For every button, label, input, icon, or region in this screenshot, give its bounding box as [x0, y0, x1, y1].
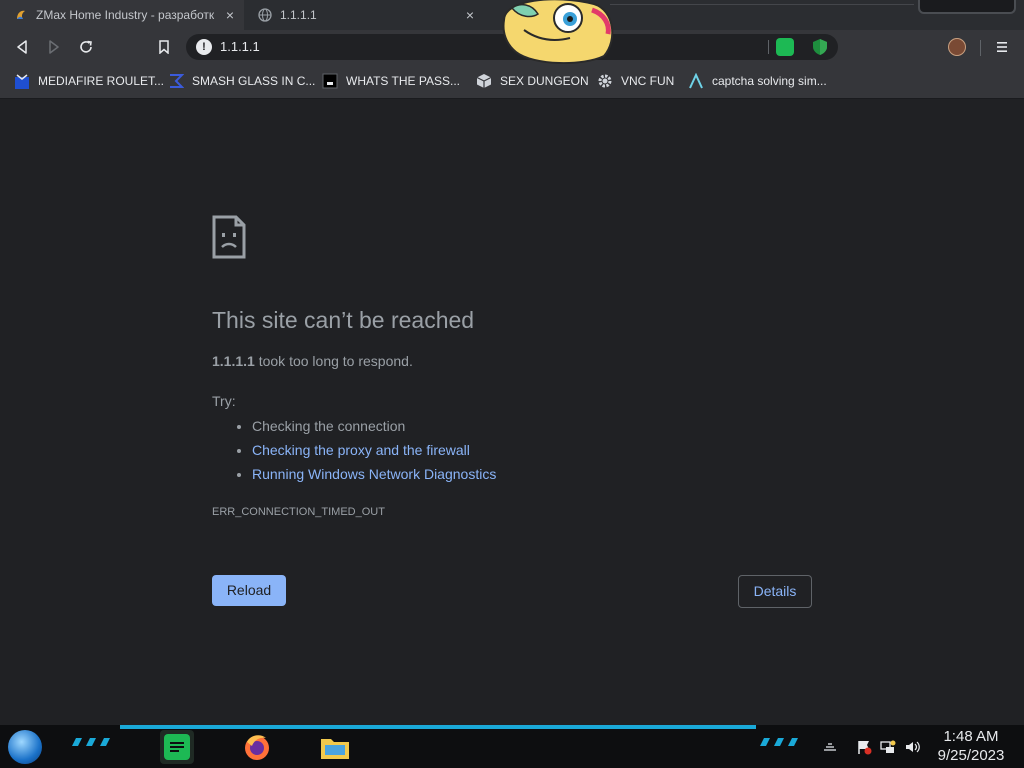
tab-zmax[interactable]: ZMax Home Industry - разработк × — [0, 0, 244, 30]
bookmark-mediafire[interactable]: MEDIAFIRE ROULET... — [14, 72, 164, 90]
suggestions-list: Checking the connection Checking the pro… — [232, 414, 496, 486]
globe-icon — [258, 8, 272, 22]
spotify-icon — [164, 734, 190, 760]
action-center-flag-icon[interactable] — [856, 739, 872, 755]
cartoon-mascot-image — [502, 0, 614, 64]
folder-icon — [321, 739, 349, 759]
bookmark-label: SMASH GLASS IN C... — [192, 74, 316, 88]
taskbar-accent-strip — [120, 725, 756, 729]
shield-extension-icon[interactable] — [812, 38, 828, 56]
toolbar-separator — [980, 40, 981, 56]
site-info-icon[interactable]: ! — [196, 39, 212, 55]
bookmark-button[interactable] — [152, 35, 176, 59]
error-title: This site can’t be reached — [212, 307, 475, 333]
reload-button[interactable]: Reload — [212, 575, 286, 606]
tab-title: ZMax Home Industry - разработк — [36, 8, 215, 22]
file-explorer-taskbar-app[interactable] — [318, 730, 352, 764]
strip-decoration-line — [610, 4, 914, 5]
tab-close-icon[interactable]: × — [222, 7, 238, 23]
bookmark-label: VNC FUN — [621, 74, 675, 88]
menu-button[interactable] — [990, 35, 1014, 59]
firefox-icon — [245, 735, 269, 760]
spotify-extension-icon[interactable] — [776, 38, 794, 56]
taskbar-chevron-decoration-right — [760, 738, 798, 746]
network-diagnostics-link[interactable]: Running Windows Network Diagnostics — [252, 466, 496, 482]
cube-icon — [476, 74, 492, 88]
bookmark-label: WHATS THE PASS... — [346, 74, 461, 88]
bookmark-label: MEDIAFIRE ROULET... — [38, 74, 165, 88]
error-host: 1.1.1.1 — [212, 353, 255, 369]
taskbar — [0, 725, 1024, 768]
bookmark-whats-the-pass[interactable]: WHATS THE PASS... — [322, 72, 460, 90]
bookmark-sex-dungeon[interactable]: SEX DUNGEON — [476, 72, 589, 90]
show-hidden-icons[interactable] — [822, 739, 838, 755]
dark-square-icon — [322, 73, 338, 89]
bookmark-vnc-fun[interactable]: VNC FUN — [597, 72, 674, 90]
bookmark-label: captcha solving sim... — [712, 74, 827, 88]
back-button[interactable] — [10, 35, 34, 59]
lambda-icon — [689, 73, 703, 89]
firefox-taskbar-app[interactable] — [240, 730, 274, 764]
gear-icon — [598, 74, 612, 88]
start-button[interactable] — [8, 730, 42, 764]
window-controls-frame[interactable] — [918, 0, 1016, 14]
tab-close-icon[interactable]: × — [462, 7, 478, 23]
network-icon[interactable] — [880, 739, 896, 755]
profile-avatar[interactable] — [948, 38, 966, 56]
volume-icon[interactable] — [904, 739, 920, 755]
refresh-icon — [80, 40, 92, 53]
forward-arrow-icon — [49, 40, 59, 54]
forward-button[interactable] — [42, 35, 66, 59]
tab-active[interactable]: 1.1.1.1 × — [244, 0, 484, 30]
suggestion-network-diagnostics: Running Windows Network Diagnostics — [252, 462, 496, 486]
back-arrow-icon — [17, 40, 27, 54]
url-text[interactable]: 1.1.1.1 — [220, 39, 260, 54]
spotify-taskbar-app[interactable] — [160, 730, 194, 764]
error-message: 1.1.1.1 took too long to respond. — [212, 353, 413, 369]
error-message-text: took too long to respond. — [254, 353, 413, 369]
taskbar-chevron-decoration — [72, 738, 110, 746]
error-code: ERR_CONNECTION_TIMED_OUT — [212, 506, 385, 518]
clock-date[interactable]: 9/25/2023 — [930, 747, 1012, 764]
bookmark-captcha-solving[interactable]: captcha solving sim... — [688, 72, 827, 90]
clock-time[interactable]: 1:48 AM — [930, 728, 1012, 745]
bookmarks-bar: MEDIAFIRE ROULET... SMASH GLASS IN C... … — [0, 64, 1024, 99]
bookmark-label: SEX DUNGEON — [500, 74, 589, 88]
sad-page-icon — [212, 215, 246, 259]
tab-title: 1.1.1.1 — [280, 8, 317, 22]
suggestion-check-connection: Checking the connection — [252, 414, 496, 438]
bookmark-smash-glass[interactable]: SMASH GLASS IN C... — [168, 72, 315, 90]
mediafire-icon — [15, 74, 29, 89]
bookmark-icon — [159, 40, 169, 54]
suggestion-proxy-firewall: Checking the proxy and the firewall — [252, 438, 496, 462]
details-button[interactable]: Details — [738, 575, 812, 608]
sigma-icon — [170, 74, 184, 88]
try-label: Try: — [212, 393, 236, 409]
proxy-firewall-link[interactable]: Checking the proxy and the firewall — [252, 442, 470, 458]
error-page: This site can’t be reached 1.1.1.1 took … — [0, 99, 1024, 725]
omnibox-separator — [768, 40, 769, 54]
menu-icon — [997, 42, 1007, 52]
reload-toolbar-button[interactable] — [74, 35, 98, 59]
zmax-favicon — [17, 10, 25, 19]
